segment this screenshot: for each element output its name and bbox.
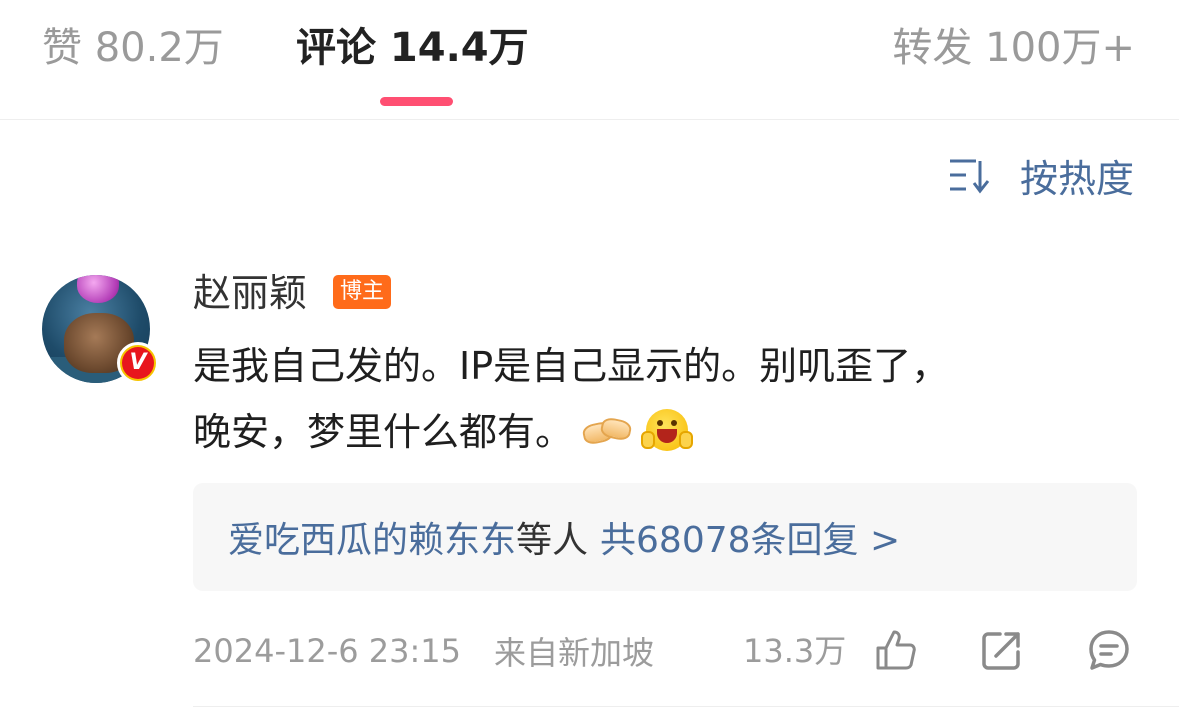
replies-count-link[interactable]: 共68078条回复 > bbox=[600, 511, 900, 563]
verified-badge: V bbox=[117, 342, 159, 384]
divider bbox=[193, 706, 1179, 707]
author-tag: 博主 bbox=[333, 275, 392, 309]
tab-comments[interactable]: 评论 14.4万 bbox=[296, 22, 529, 74]
comment-text-line-1: 是我自己发的。IP是自己显示的。别叽歪了， bbox=[193, 344, 950, 388]
grinning-face-emoji-icon bbox=[641, 409, 694, 451]
replies-preview[interactable]: 爱吃西瓜的赖东东 等人 共68078条回复 > bbox=[193, 483, 1137, 591]
comment-text-line-2-wrap: 晚安，梦里什么都有。 bbox=[193, 399, 1143, 465]
tab-likes[interactable]: 赞 80.2万 bbox=[42, 22, 224, 74]
thumbs-up-icon bbox=[876, 630, 916, 670]
comment-meta: 2024-12-6 23:15 来自新加坡 bbox=[193, 626, 654, 676]
active-tab-indicator bbox=[380, 97, 453, 106]
comment-bubble-icon bbox=[1089, 630, 1129, 670]
sort-label: 按热度 bbox=[1019, 156, 1134, 201]
like-button[interactable] bbox=[874, 628, 918, 672]
comment-timestamp: 2024-12-6 23:15 bbox=[193, 632, 461, 670]
tab-reposts[interactable]: 转发 100万+ bbox=[892, 22, 1135, 74]
sort-icon bbox=[949, 159, 990, 194]
share-icon bbox=[982, 632, 1020, 670]
sort-button[interactable]: 按热度 bbox=[948, 150, 1134, 201]
handshake-emoji-icon bbox=[581, 409, 633, 451]
like-count: 13.3万 bbox=[743, 632, 847, 670]
share-button[interactable] bbox=[980, 628, 1024, 672]
comments-screen: 赞 80.2万 评论 14.4万 转发 100万+ 按热度 V 赵丽颖 博主 是… bbox=[0, 0, 1179, 709]
comment-location: 来自新加坡 bbox=[494, 634, 655, 672]
comment-text-line-2: 晚安，梦里什么都有。 bbox=[193, 410, 574, 454]
comment-author-name[interactable]: 赵丽颖 bbox=[193, 268, 307, 318]
replies-joiner: 等人 bbox=[516, 520, 589, 561]
reply-user-names[interactable]: 爱吃西瓜的赖东东 bbox=[228, 511, 516, 563]
reply-button[interactable] bbox=[1087, 628, 1131, 672]
comment-text: 是我自己发的。IP是自己显示的。别叽歪了， 晚安，梦里什么都有。 bbox=[193, 333, 1143, 465]
tab-bar: 赞 80.2万 评论 14.4万 转发 100万+ bbox=[0, 0, 1179, 120]
verified-v-icon: V bbox=[122, 347, 154, 379]
